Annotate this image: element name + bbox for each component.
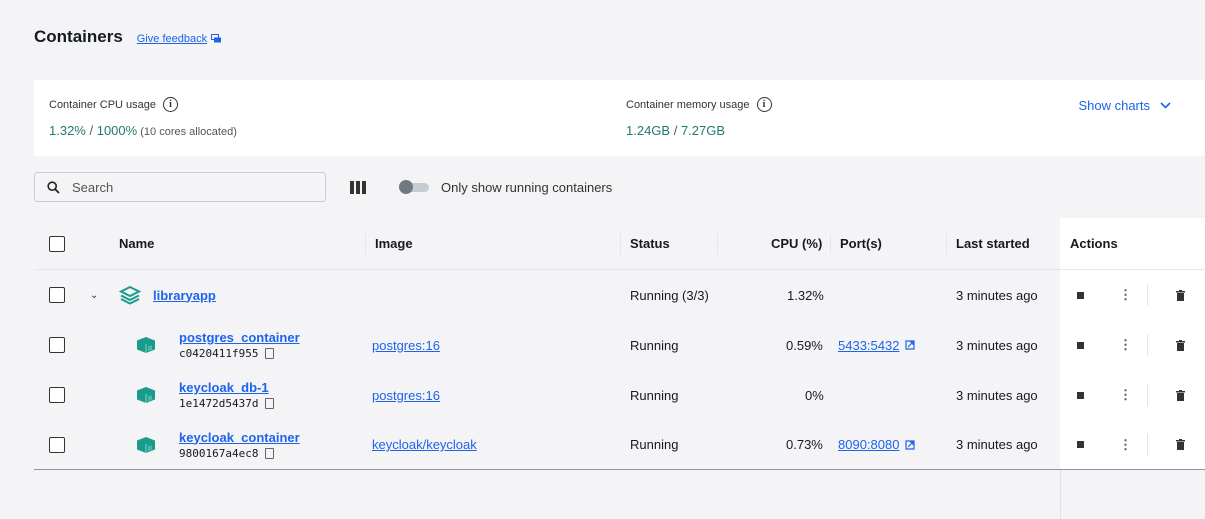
copy-icon[interactable] — [265, 348, 275, 359]
container-status: Running — [630, 387, 679, 403]
group-name-link[interactable]: libraryapp — [153, 288, 216, 303]
cpu-cores-note: (10 cores allocated) — [137, 126, 237, 138]
running-only-label: Only show running containers — [441, 179, 613, 195]
column-header-ports[interactable]: Port(s) — [840, 218, 882, 269]
column-header-status[interactable]: Status — [630, 218, 670, 269]
more-options-icon[interactable]: ⋮ — [1119, 337, 1132, 353]
table-header: Name Image Status CPU (%) Port(s) Last s… — [34, 218, 1205, 270]
column-header-last-started[interactable]: Last started — [956, 218, 1030, 269]
container-name-link[interactable]: postgres_container — [179, 330, 300, 345]
copy-icon[interactable] — [265, 398, 275, 409]
more-options-icon[interactable]: ⋮ — [1119, 437, 1132, 453]
expand-chevron-icon[interactable]: ⌄ — [90, 290, 98, 301]
memory-usage-total: 7.27GB — [680, 123, 726, 138]
containers-table: Name Image Status CPU (%) Port(s) Last s… — [34, 218, 1205, 470]
container-name-link[interactable]: keycloak_container — [179, 430, 300, 445]
delete-icon[interactable] — [1176, 339, 1185, 351]
cpu-usage-value: 1.32% — [49, 123, 86, 138]
external-link-icon[interactable] — [905, 340, 916, 350]
column-header-name[interactable]: Name — [119, 218, 154, 269]
search-icon — [47, 180, 60, 194]
compose-group-row[interactable]: ⌄ libraryapp Running (3/3) 1.32% 3 minut… — [34, 270, 1205, 320]
row-checkbox[interactable] — [49, 387, 65, 403]
image-link[interactable]: postgres:16 — [372, 388, 440, 403]
image-link[interactable]: keycloak/keycloak — [372, 437, 477, 452]
compose-stack-icon — [119, 285, 141, 305]
container-cpu: 0.73% — [786, 437, 823, 452]
container-status: Running — [630, 437, 679, 452]
memory-usage-label: Container memory usage — [626, 98, 750, 111]
stop-icon[interactable] — [1077, 391, 1084, 399]
feedback-icon — [211, 34, 222, 43]
delete-icon[interactable] — [1176, 389, 1185, 401]
container-icon — [137, 387, 155, 403]
give-feedback-label: Give feedback — [136, 33, 208, 45]
chevron-down-icon — [1160, 102, 1171, 109]
container-status: Running — [630, 337, 679, 353]
columns-icon[interactable] — [350, 180, 366, 194]
column-header-cpu[interactable]: CPU (%) — [771, 218, 822, 269]
table-row[interactable]: keycloak_db-1 1e1472d5437d postgres:16 R… — [34, 370, 1205, 420]
stop-icon[interactable] — [1077, 291, 1084, 299]
more-options-icon[interactable]: ⋮ — [1119, 287, 1132, 303]
container-id: c0420411f955 — [179, 347, 259, 360]
cpu-info-icon[interactable]: i — [163, 97, 179, 112]
container-cpu: 0% — [805, 387, 824, 403]
container-icon — [137, 337, 155, 353]
column-header-actions: Actions — [1070, 236, 1118, 251]
container-id: 9800167a4ec8 — [179, 446, 259, 460]
image-link[interactable]: postgres:16 — [372, 338, 440, 353]
table-row[interactable]: postgres_container c0420411f955 postgres… — [34, 320, 1205, 370]
row-checkbox[interactable] — [49, 287, 65, 303]
external-link-icon[interactable] — [905, 439, 916, 450]
memory-separator: / — [670, 123, 681, 138]
select-all-checkbox[interactable] — [49, 235, 65, 252]
container-last-started: 3 minutes ago — [956, 337, 1038, 353]
delete-icon[interactable] — [1176, 289, 1185, 301]
stop-icon[interactable] — [1077, 441, 1084, 448]
row-checkbox[interactable] — [49, 337, 65, 353]
port-link[interactable]: 5433:5432 — [838, 338, 899, 353]
group-last-started: 3 minutes ago — [956, 287, 1038, 303]
search-input[interactable] — [72, 179, 292, 195]
group-status: Running (3/3) — [630, 287, 709, 303]
give-feedback-link[interactable]: Give feedback — [137, 33, 222, 45]
cpu-usage-label: Container CPU usage — [49, 98, 157, 111]
search-box — [34, 172, 326, 202]
running-only-toggle[interactable] — [399, 180, 429, 194]
cpu-usage-total: 1000% — [96, 123, 138, 138]
show-charts-button[interactable]: Show charts — [1078, 98, 1171, 113]
container-last-started: 3 minutes ago — [956, 387, 1038, 403]
container-name-link[interactable]: keycloak_db-1 — [179, 380, 274, 395]
column-header-image[interactable]: Image — [375, 218, 413, 269]
more-options-icon[interactable]: ⋮ — [1119, 387, 1132, 403]
row-checkbox[interactable] — [49, 436, 65, 453]
show-charts-label: Show charts — [1078, 98, 1150, 113]
memory-info-icon[interactable]: i — [756, 97, 772, 112]
copy-icon[interactable] — [265, 447, 275, 459]
memory-usage-stat: Container memory usage i 1.24GB / 7.27GB — [626, 97, 772, 138]
port-link[interactable]: 8090:8080 — [838, 437, 899, 452]
cpu-separator: / — [85, 123, 97, 138]
cpu-usage-stat: Container CPU usage i 1.32% / 1000% (10 … — [49, 97, 237, 138]
container-last-started: 3 minutes ago — [956, 437, 1038, 452]
page-header: Containers Give feedback — [34, 27, 222, 47]
delete-icon[interactable] — [1176, 439, 1185, 450]
container-icon — [137, 436, 155, 453]
container-cpu: 0.59% — [786, 337, 823, 353]
usage-stats-panel: Container CPU usage i 1.32% / 1000% (10 … — [34, 80, 1205, 156]
container-id: 1e1472d5437d — [179, 397, 259, 410]
container-toolbar: Only show running containers — [34, 172, 612, 202]
table-row[interactable]: keycloak_container 9800167a4ec8 keycloak… — [34, 420, 1205, 470]
group-cpu: 1.32% — [787, 287, 824, 303]
page-title: Containers — [34, 27, 123, 46]
stop-icon[interactable] — [1077, 341, 1084, 349]
memory-usage-value: 1.24GB — [626, 123, 671, 138]
